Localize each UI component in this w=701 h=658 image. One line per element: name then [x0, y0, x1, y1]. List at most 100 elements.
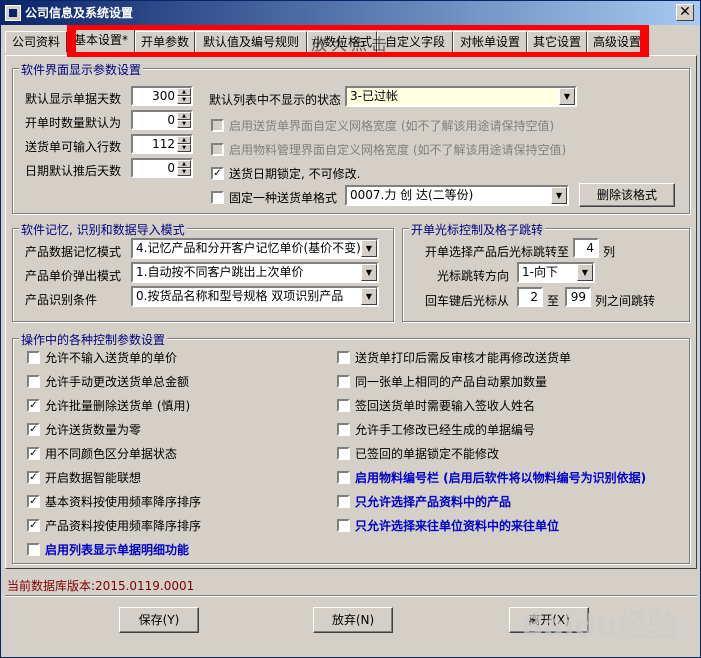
- memory-mode-group: 软件记忆, 识别和数据导入模式 产品数据记忆模式 4.记忆产品和分开客户记忆单价…: [12, 221, 394, 322]
- save-button[interactable]: 保存(Y): [119, 607, 199, 633]
- checkbox[interactable]: ✓: [27, 471, 40, 484]
- checkbox[interactable]: [337, 399, 350, 412]
- tab-advanced-settings[interactable]: 高级设置: [587, 31, 647, 53]
- date-offset-spinner[interactable]: 0 ▲ ▼: [131, 158, 193, 178]
- price-mode-select[interactable]: 1.自动按不同客户跳出上次单价 ▼: [131, 262, 379, 283]
- checkbox[interactable]: [337, 351, 350, 364]
- option-label: 已签回的单据锁定不能修改: [355, 447, 500, 461]
- enter-from-input[interactable]: 2: [517, 287, 543, 307]
- select-value: 4.记忆产品和分开客户记忆单价(基价不变): [136, 241, 361, 255]
- checkbox[interactable]: ✓: [27, 495, 40, 508]
- default-qty-spinner[interactable]: 0 ▲ ▼: [131, 110, 193, 130]
- checkbox[interactable]: [337, 423, 350, 436]
- grid-width-option: 启用送货单界面自定义网格宽度 (如不了解该用途请保持空值): [229, 119, 555, 133]
- spinner-value: 0: [167, 161, 175, 175]
- option-label: 基本资料按使用频率降序排序: [45, 495, 202, 509]
- spin-arrows-icon[interactable]: ▲ ▼: [177, 136, 191, 152]
- option-label: 同一张单上相同的产品自动累加数量: [355, 375, 548, 389]
- spin-arrows-icon[interactable]: ▲ ▼: [177, 88, 191, 104]
- cursor-control-group: 开单光标控制及格子跳转 开单选择产品后光标跳转至 4 列 光标跳转方向 1-向下…: [402, 221, 690, 322]
- checkbox[interactable]: [27, 375, 40, 388]
- dropdown-arrow-icon[interactable]: ▼: [559, 88, 575, 105]
- enter-label: 回车键后光标从: [425, 294, 510, 308]
- tab-company-info[interactable]: 公司资料: [5, 31, 67, 53]
- spinner-value: 0: [167, 113, 175, 127]
- app-icon: [5, 5, 21, 21]
- jump-input[interactable]: 4: [573, 238, 599, 258]
- select-value: 0.按货品名称和型号规格 双项识别产品: [136, 289, 344, 303]
- checkbox[interactable]: [337, 495, 350, 508]
- tab-billing-params[interactable]: 开单参数: [135, 31, 195, 53]
- jump-label: 开单选择产品后光标跳转至: [425, 245, 570, 259]
- checkbox[interactable]: [337, 519, 350, 532]
- rows-spinner[interactable]: 112 ▲ ▼: [131, 134, 193, 154]
- option-label: 送货单打印后需反审核才能再修改送货单: [355, 351, 572, 365]
- checkbox[interactable]: [337, 375, 350, 388]
- tab-defaults-numbering[interactable]: 默认值及编号规则: [195, 31, 307, 53]
- dropdown-arrow-icon[interactable]: ▼: [361, 288, 377, 305]
- spin-arrows-icon[interactable]: ▲ ▼: [177, 112, 191, 128]
- checkbox[interactable]: ✓: [27, 447, 40, 460]
- dropdown-arrow-icon[interactable]: ▼: [361, 264, 377, 281]
- select-value: 0007.力 创 达(二等份): [350, 188, 474, 202]
- option-label: 允许送货数量为零: [45, 423, 142, 437]
- cancel-button[interactable]: 放弃(N): [313, 607, 393, 633]
- db-version-status: 当前数据库版本:2015.0119.0001: [7, 579, 195, 593]
- group-title: 操作中的各种控制参数设置: [19, 331, 168, 348]
- divider: [5, 595, 697, 597]
- jump-unit: 列: [603, 245, 616, 259]
- identify-select[interactable]: 0.按货品名称和型号规格 双项识别产品 ▼: [131, 286, 379, 307]
- checkbox[interactable]: [337, 471, 350, 484]
- enter-suffix: 列之间跳转: [595, 294, 656, 308]
- tab-statement-settings[interactable]: 对帐单设置: [453, 31, 527, 53]
- checkbox[interactable]: [211, 119, 224, 132]
- lock-date-option: 送货日期锁定, 不可修改.: [229, 167, 361, 181]
- checkbox[interactable]: [337, 447, 350, 460]
- dropdown-arrow-icon[interactable]: ▼: [577, 264, 593, 281]
- memory-mode-select[interactable]: 4.记忆产品和分开客户记忆单价(基价不变) ▼: [131, 238, 379, 259]
- close-button[interactable]: ✕: [676, 4, 694, 21]
- checkbox[interactable]: ✓: [27, 519, 40, 532]
- option-label: 允许手工修改已经生成的单据编号: [355, 423, 536, 437]
- group-title: 软件记忆, 识别和数据导入模式: [19, 221, 187, 238]
- price-mode-label: 产品单价弹出模式: [25, 269, 122, 283]
- spin-arrows-icon[interactable]: ▲ ▼: [177, 160, 191, 176]
- watermark-top: 放大点击: [311, 35, 392, 54]
- option-label: 允许手动更改送货单总金额: [45, 375, 190, 389]
- checkbox[interactable]: [27, 543, 40, 556]
- window-title: 公司信息及系统设置: [25, 6, 134, 20]
- spinner-value: 112: [152, 137, 175, 151]
- delete-format-button[interactable]: 删除该格式: [579, 183, 675, 207]
- spinner-value: 300: [152, 89, 175, 103]
- material-grid-option: 启用物料管理界面自定义网格宽度 (如不了解该用途请保持空值): [229, 143, 567, 157]
- direction-label: 光标跳转方向: [437, 269, 510, 283]
- tab-other-settings[interactable]: 其它设置: [527, 31, 587, 53]
- hidden-status-label: 默认列表中不显示的状态: [209, 93, 342, 107]
- option-label: 允许不输入送货单的单价: [45, 351, 178, 365]
- days-spinner[interactable]: 300 ▲ ▼: [131, 86, 193, 106]
- direction-select[interactable]: 1-向下 ▼: [517, 262, 595, 283]
- enter-to-input[interactable]: 99: [565, 287, 591, 307]
- enter-to-label: 至: [547, 294, 560, 308]
- default-qty-label: 开单时数量默认为: [25, 116, 122, 130]
- checkbox[interactable]: ✓: [27, 399, 40, 412]
- tab-basic-settings[interactable]: 基本设置*: [67, 29, 135, 55]
- rows-label: 送货单可输入行数: [25, 140, 122, 154]
- hidden-status-select[interactable]: 3-已过帐 ▼: [345, 86, 577, 107]
- checkbox[interactable]: ✓: [211, 167, 224, 180]
- identify-label: 产品识别条件: [25, 293, 98, 307]
- dropdown-arrow-icon[interactable]: ▼: [361, 240, 377, 257]
- option-label: 产品资料按使用频率降序排序: [45, 519, 202, 533]
- checkbox[interactable]: [27, 351, 40, 364]
- format-select[interactable]: 0007.力 创 达(二等份) ▼: [345, 185, 569, 206]
- group-title: 软件界面显示参数设置: [19, 61, 144, 78]
- settings-window: 公司信息及系统设置 ✕ 公司资料 基本设置* 开单参数 默认值及编号规则 小数位…: [0, 0, 701, 658]
- checkbox[interactable]: [211, 191, 224, 204]
- dropdown-arrow-icon[interactable]: ▼: [551, 187, 567, 204]
- option-label: 用不同颜色区分单据状态: [45, 447, 178, 461]
- option-label: 只允许选择来往单位资料中的来往单位: [355, 519, 560, 533]
- memory-mode-label: 产品数据记忆模式: [25, 245, 122, 259]
- checkbox[interactable]: ✓: [27, 423, 40, 436]
- select-value: 1.自动按不同客户跳出上次单价: [136, 265, 304, 279]
- checkbox[interactable]: [211, 143, 224, 156]
